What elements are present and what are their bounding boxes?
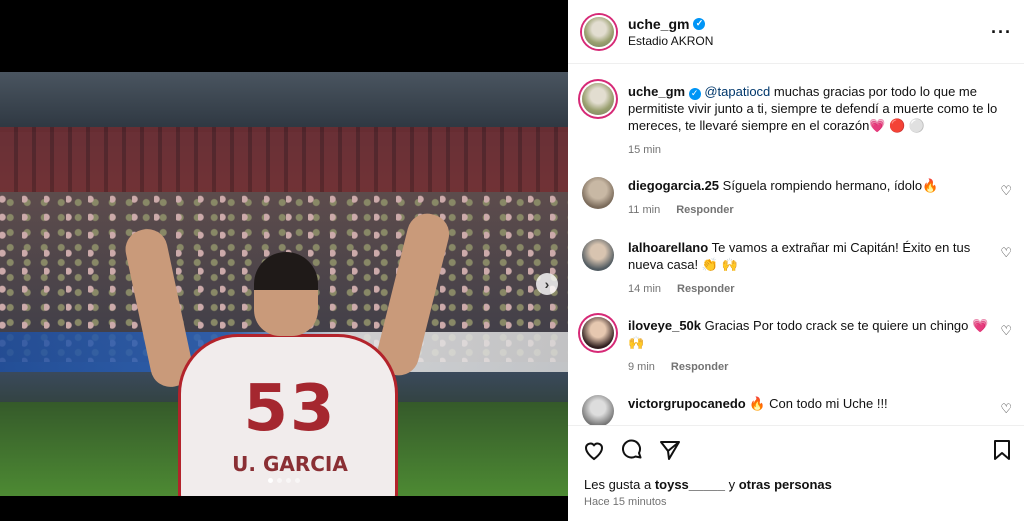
post-photo[interactable]: 53 U. GARCIA xyxy=(0,72,568,496)
comment-time[interactable]: 14 min xyxy=(628,283,661,295)
comments-list: uche_gm ✓ @tapatiocd muchas gracias por … xyxy=(568,65,1024,425)
stadium-roof xyxy=(0,72,568,132)
avatar[interactable] xyxy=(582,395,614,425)
avatar[interactable] xyxy=(582,14,616,49)
save-bookmark-icon[interactable] xyxy=(990,438,1014,467)
player-head xyxy=(254,252,318,336)
author-username-row: uche_gm ✓ xyxy=(628,16,713,32)
post-timestamp[interactable]: Hace 15 minutos xyxy=(584,496,667,508)
comment-username[interactable]: diegogarcia.25 xyxy=(628,178,719,193)
reply-button[interactable]: Responder xyxy=(676,204,733,216)
comment-text: Síguela rompiendo hermano, ídolo🔥 xyxy=(722,178,939,193)
likes-prefix: Les gusta a xyxy=(584,477,655,492)
like-heart-icon[interactable] xyxy=(582,438,606,462)
comment-time[interactable]: 11 min xyxy=(628,204,660,216)
list-item: victorgrupocanedo 🔥 Con todo mi Uche !!!… xyxy=(582,395,1012,425)
list-item: iloveye_50k Gracias Por todo crack se te… xyxy=(582,317,1012,376)
avatar[interactable] xyxy=(582,317,614,349)
like-comment-heart-icon[interactable]: ♡ xyxy=(1000,245,1012,261)
post-header: uche_gm ✓ Estadio AKRON ··· xyxy=(568,0,1024,64)
comment-username[interactable]: lalhoarellano xyxy=(628,240,708,255)
avatar[interactable] xyxy=(582,239,614,271)
post-actions: Les gusta a toyss_____ y otras personas … xyxy=(568,425,1024,521)
likes-others[interactable]: otras personas xyxy=(739,477,832,492)
like-comment-heart-icon[interactable]: ♡ xyxy=(1000,183,1012,199)
caption: uche_gm ✓ @tapatiocd muchas gracias por … xyxy=(582,83,1012,159)
carousel-next-button[interactable]: › xyxy=(536,273,558,295)
post-location[interactable]: Estadio AKRON xyxy=(628,34,713,48)
verified-badge-icon: ✓ xyxy=(693,17,706,30)
likes-middle: y xyxy=(724,477,739,492)
avatar[interactable] xyxy=(582,83,614,115)
carousel-dots xyxy=(0,478,568,483)
reply-button[interactable]: Responder xyxy=(677,283,734,295)
caption-username[interactable]: uche_gm xyxy=(628,84,685,99)
post-sidebar: uche_gm ✓ Estadio AKRON ··· uche_gm ✓ @t… xyxy=(568,0,1024,521)
comment-bubble-icon[interactable] xyxy=(620,438,644,462)
comment-time[interactable]: 9 min xyxy=(628,361,655,373)
list-item: diegogarcia.25 Síguela rompiendo hermano… xyxy=(582,177,1012,219)
share-send-icon[interactable] xyxy=(658,438,682,462)
likes-user[interactable]: toyss_____ xyxy=(655,477,725,492)
post-viewer: 53 U. GARCIA › uche_gm ✓ Estadio AKRON ·… xyxy=(0,0,1024,521)
caption-time[interactable]: 15 min xyxy=(628,144,661,156)
jersey-name: U. GARCIA xyxy=(232,452,348,476)
list-item: lalhoarellano Te vamos a extrañar mi Cap… xyxy=(582,239,1012,298)
carousel-dot xyxy=(286,478,291,483)
mention-link[interactable]: @tapatiocd xyxy=(704,84,770,99)
carousel-dot xyxy=(268,478,273,483)
comment-text: 🔥 Con todo mi Uche !!! xyxy=(749,396,888,411)
verified-badge-icon: ✓ xyxy=(688,87,701,100)
carousel-dot xyxy=(295,478,300,483)
comment-username[interactable]: victorgrupocanedo xyxy=(628,396,746,411)
like-comment-heart-icon[interactable]: ♡ xyxy=(1000,401,1012,417)
like-comment-heart-icon[interactable]: ♡ xyxy=(1000,323,1012,339)
comment-username[interactable]: iloveye_50k xyxy=(628,318,701,333)
author-username[interactable]: uche_gm xyxy=(628,16,689,32)
carousel-dot xyxy=(277,478,282,483)
reply-button[interactable]: Responder xyxy=(671,361,728,373)
media-panel: 53 U. GARCIA › xyxy=(0,0,568,521)
likes-summary[interactable]: Les gusta a toyss_____ y otras personas xyxy=(584,477,832,492)
jersey-number: 53 xyxy=(243,372,337,446)
avatar[interactable] xyxy=(582,177,614,209)
more-options-icon[interactable]: ··· xyxy=(991,22,1012,43)
